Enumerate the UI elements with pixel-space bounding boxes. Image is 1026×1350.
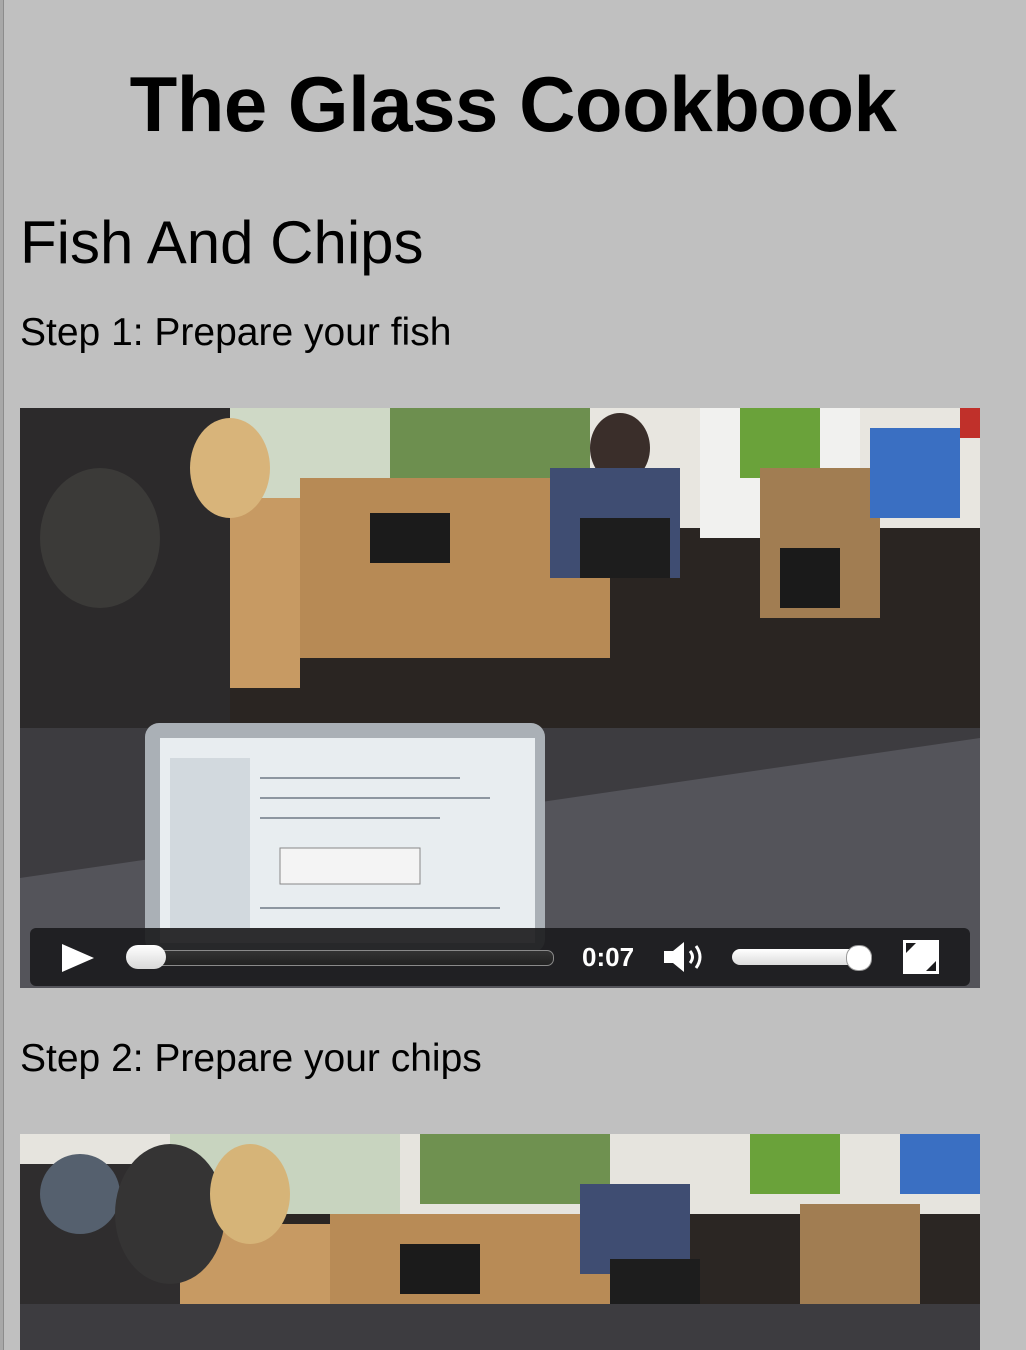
- step-1-video[interactable]: 0:07: [20, 408, 980, 988]
- video-frame: [20, 408, 980, 988]
- play-icon[interactable]: [60, 942, 96, 974]
- window-left-edge: [0, 0, 4, 1350]
- volume-thumb[interactable]: [846, 945, 872, 971]
- seek-thumb[interactable]: [126, 945, 166, 969]
- recipe-title: Fish And Chips: [20, 209, 424, 276]
- seek-bar[interactable]: [128, 950, 554, 966]
- video-controls: 0:07: [30, 928, 970, 986]
- fullscreen-icon[interactable]: [902, 939, 940, 975]
- time-display: 0:07: [582, 942, 635, 972]
- step-2-title: Step 2: Prepare your chips: [20, 1037, 482, 1080]
- video-frame: [20, 1134, 980, 1350]
- page-title: The Glass Cookbook: [129, 60, 897, 148]
- volume-icon[interactable]: [662, 940, 710, 974]
- step-2-video[interactable]: [20, 1134, 980, 1350]
- step-1-title: Step 1: Prepare your fish: [20, 311, 452, 354]
